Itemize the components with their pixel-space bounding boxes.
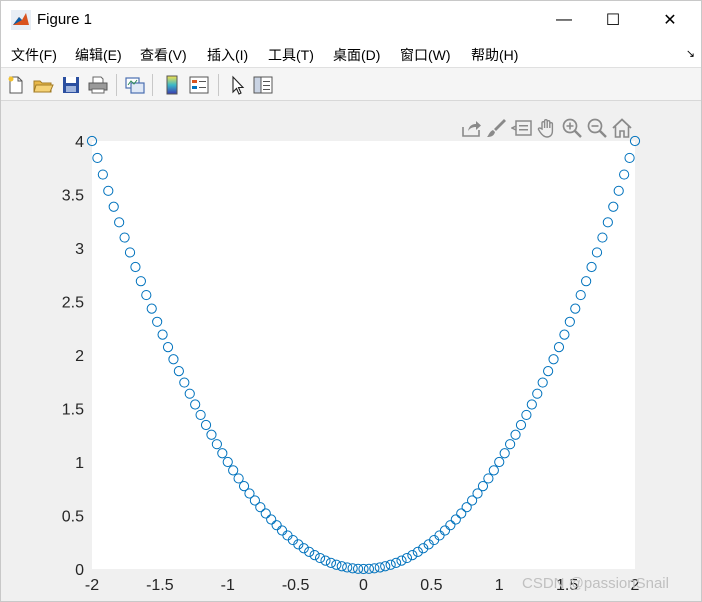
x-tick-label: -1.5: [146, 577, 174, 594]
y-tick-label: 3: [75, 241, 84, 258]
y-tick-label: 1.5: [62, 402, 84, 419]
pan-icon[interactable]: [536, 117, 558, 139]
export-icon[interactable]: [460, 117, 482, 139]
x-tick-label: 1: [495, 577, 504, 594]
y-tick-label: 0: [75, 562, 84, 579]
y-tick-label: 2.5: [62, 295, 84, 312]
y-tick-label: 4: [75, 134, 84, 151]
x-tick-label: 0.5: [420, 577, 442, 594]
y-tick-label: 1: [75, 455, 84, 472]
x-tick-label: -0.5: [282, 577, 310, 594]
plot-canvas[interactable]: -2 -1.5 -1 -0.5 0 0.5 1 1.5 2 0 0.5 1 1.5 2 2.5 3 3.5 4: [0, 0, 702, 602]
watermark-text: CSDN @passionSnail: [522, 575, 669, 592]
zoom-out-icon[interactable]: [586, 117, 608, 139]
zoom-in-icon[interactable]: [561, 117, 583, 139]
data-tips-icon[interactable]: [511, 117, 533, 139]
y-tick-label: 3.5: [62, 188, 84, 205]
x-tick-label: -2: [85, 577, 99, 594]
brush-icon[interactable]: [485, 117, 507, 139]
x-tick-label: -1: [221, 577, 235, 594]
y-tick-label: 0.5: [62, 509, 84, 526]
y-axis-ticks: 0 0.5 1 1.5 2 2.5 3 3.5 4: [62, 134, 84, 579]
y-tick-label: 2: [75, 348, 84, 365]
home-icon[interactable]: [611, 117, 633, 139]
x-tick-label: 0: [359, 577, 368, 594]
